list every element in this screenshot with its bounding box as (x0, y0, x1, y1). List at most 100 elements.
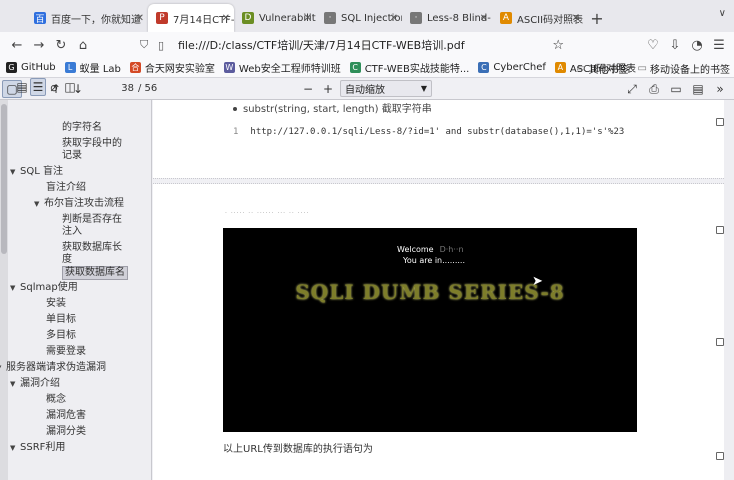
browser-tab[interactable]: 百百度一下，你就知道 ✕ (26, 4, 148, 32)
outline-item[interactable]: 的字符名 (62, 122, 102, 134)
chevron-down-icon[interactable]: ▼ (34, 198, 44, 210)
outline-item[interactable]: 安装 (46, 298, 66, 310)
menu-icon[interactable]: ☰ (708, 34, 730, 56)
screenshot-image: Welcome D·h··n You are in......... SQLI D… (223, 228, 637, 432)
pocket-icon[interactable]: ♡ (642, 34, 664, 56)
tab-favicon-icon: 百 (34, 12, 46, 25)
bookmark-folder-others[interactable]: ▭ 其他书签 (576, 61, 628, 76)
page-number-input[interactable]: 38 (106, 83, 134, 94)
tab-favicon-icon: D (242, 12, 254, 24)
account-icon[interactable]: ◔ (686, 34, 708, 56)
url-bar[interactable]: ⛉ ▯ file:///D:/class/CTF培训/天津/7月14日CTF-W… (140, 34, 568, 56)
bookmark-item[interactable]: 合合天网安实验室 (129, 60, 215, 75)
outline-item-label: 单目标 (46, 314, 76, 325)
outline-item[interactable]: 需要登录 (46, 346, 86, 358)
bookmark-label: 蚁量 Lab (79, 64, 121, 75)
bookmark-item[interactable]: G GitHub (6, 62, 56, 73)
outline-item[interactable]: ▼服务器端请求伪造漏洞 (0, 362, 106, 374)
outline-view-icon[interactable]: ☰ (30, 78, 46, 96)
close-tab-icon[interactable]: ✕ (390, 13, 398, 24)
outline-item[interactable]: ▼ 布尔盲注攻击流程 (34, 198, 124, 210)
layers-view-icon[interactable]: ◫ (62, 78, 78, 96)
tab-strip: 百百度一下，你就知道✕P7月14日CTF-WEB培✕DVulnerability… (0, 0, 734, 32)
scrollbar-thumb[interactable] (1, 104, 7, 254)
file-icon: ▯ (158, 38, 165, 52)
pdf-toolbar: ▢ ⌕ ↑ ↓ 38 / 56 − + 自动缩放 ▼ ⤢⎙▭▤» (0, 78, 734, 100)
url-text[interactable]: file:///D:/class/CTF培训/天津/7月14日CTF-WEB培训… (178, 37, 465, 53)
save-icon[interactable]: ▭ (666, 80, 686, 98)
outline-item[interactable]: ▼ SSRF利用 (10, 442, 65, 454)
bookmark-star-icon[interactable]: ☆ (552, 38, 564, 53)
bookmark-item[interactable]: C CyberChef (478, 62, 546, 73)
bookmark-label: Web安全工程师特训班 (238, 64, 341, 75)
bullet-text-content: substr(string, start, length) 截取字符串 (243, 104, 432, 115)
shield-icon[interactable]: ⛉ (140, 38, 154, 52)
chevron-down-icon[interactable]: ▼ (10, 282, 20, 294)
reload-button[interactable]: ↻ (50, 34, 72, 56)
outline-item[interactable]: 漏洞危害 (46, 410, 86, 422)
pdf-page-37: substr(string, start, length) 截取字符串 1 htt… (153, 100, 724, 178)
browser-tab[interactable]: DVulnerability: S✕ (234, 4, 316, 32)
outline-item[interactable]: 概念 (46, 394, 66, 406)
outline-item[interactable]: ▼ 漏洞介绍 (10, 378, 60, 390)
new-tab-button[interactable]: + (584, 4, 610, 32)
close-tab-icon[interactable]: ✕ (136, 13, 144, 24)
bookmark-item[interactable]: W Web安全工程师特训班 (223, 60, 341, 75)
outline-item[interactable]: 度 (62, 254, 72, 266)
zoom-in-button[interactable]: + (318, 80, 338, 98)
outline-item[interactable]: 判断是否存在 (62, 214, 122, 226)
zoom-value: 自动缩放 (345, 85, 385, 96)
bookmark-item[interactable]: C CTF-WEB实战技能特... (349, 60, 469, 75)
outline-item[interactable]: 记录 (62, 150, 82, 162)
bookmark-item[interactable]: L 蚁量 Lab (64, 60, 121, 75)
browser-tab[interactable]: P7月14日CTF-WEB培✕ (148, 4, 234, 32)
toolbar-right-icons: ♡ ⇩ ◔ ☰ (642, 34, 730, 56)
close-tab-icon[interactable]: ✕ (222, 13, 230, 24)
caption-text: 以上URL传到数据库的执行语句为 (223, 444, 373, 455)
bookmark-favicon-icon: C (349, 62, 361, 73)
outline-item[interactable]: 多目标 (46, 330, 76, 342)
outline-item[interactable]: ▼ SQL 盲注 (10, 166, 63, 178)
browser-tab[interactable]: ·SQL Injections✕ (316, 4, 402, 32)
print-icon[interactable]: ⎙ (644, 80, 664, 98)
home-button[interactable]: ⌂ (72, 34, 94, 56)
close-tab-icon[interactable]: ✕ (480, 13, 488, 24)
bookmark-favicon-icon: G (6, 62, 17, 73)
annotation-icon[interactable]: ▤ (688, 80, 708, 98)
close-tab-icon[interactable]: ✕ (572, 13, 580, 24)
pdf-viewer[interactable]: substr(string, start, length) 截取字符串 1 htt… (153, 100, 734, 480)
bookmark-folder-mobile[interactable]: ▭ 移动设备上的书签 (638, 61, 730, 76)
close-tab-icon[interactable]: ✕ (304, 13, 312, 24)
outline-item[interactable]: ▼ Sqlmap使用 (10, 282, 78, 294)
tab-overflow-icon[interactable]: ∨ (719, 8, 726, 19)
tab-list: 百百度一下，你就知道✕P7月14日CTF-WEB培✕DVulnerability… (26, 4, 584, 32)
chevron-down-icon[interactable]: ▼ (10, 166, 20, 178)
chevron-down-icon: ▼ (420, 84, 427, 93)
browser-tab[interactable]: A ASCII码对照表 ✕ (492, 4, 584, 32)
zoom-select[interactable]: 自动缩放 ▼ (340, 80, 432, 97)
browser-tab[interactable]: ·Less-8 Blind- Bool✕ (402, 4, 492, 32)
outline-item-label: 漏洞分类 (46, 426, 86, 437)
chevron-down-icon[interactable]: ▼ (10, 442, 20, 454)
tab-favicon-icon: A (500, 12, 512, 24)
downloads-icon[interactable]: ⇩ (664, 34, 686, 56)
back-button[interactable]: ← (6, 34, 28, 56)
tools-icon[interactable]: » (710, 80, 730, 98)
outline-item[interactable]: 获取数据库名 (62, 266, 128, 280)
thumbnails-view-icon[interactable]: ▤ (14, 78, 30, 96)
outline-item-label: 布尔盲注攻击流程 (44, 198, 124, 209)
bookmark-folder-label: 其他书签 (588, 65, 629, 76)
attachments-view-icon[interactable]: ⌀ (46, 78, 62, 96)
outline-item[interactable]: 漏洞分类 (46, 426, 86, 438)
chevron-down-icon[interactable]: ▼ (10, 378, 20, 390)
sidebar-scrollbar[interactable] (0, 100, 8, 480)
outline-item[interactable]: 盲注介绍 (46, 182, 86, 194)
outline-item[interactable]: 单目标 (46, 314, 76, 326)
forward-button[interactable]: → (28, 34, 50, 56)
presentation-mode-icon[interactable]: ⤢ (622, 80, 642, 98)
outline-item[interactable]: 获取数据库长 (62, 242, 122, 254)
zoom-out-button[interactable]: − (298, 80, 318, 98)
outline-item[interactable]: 获取字段中的 (62, 138, 122, 150)
outline-item[interactable]: 注入 (62, 226, 82, 238)
right-gutter (724, 100, 734, 480)
